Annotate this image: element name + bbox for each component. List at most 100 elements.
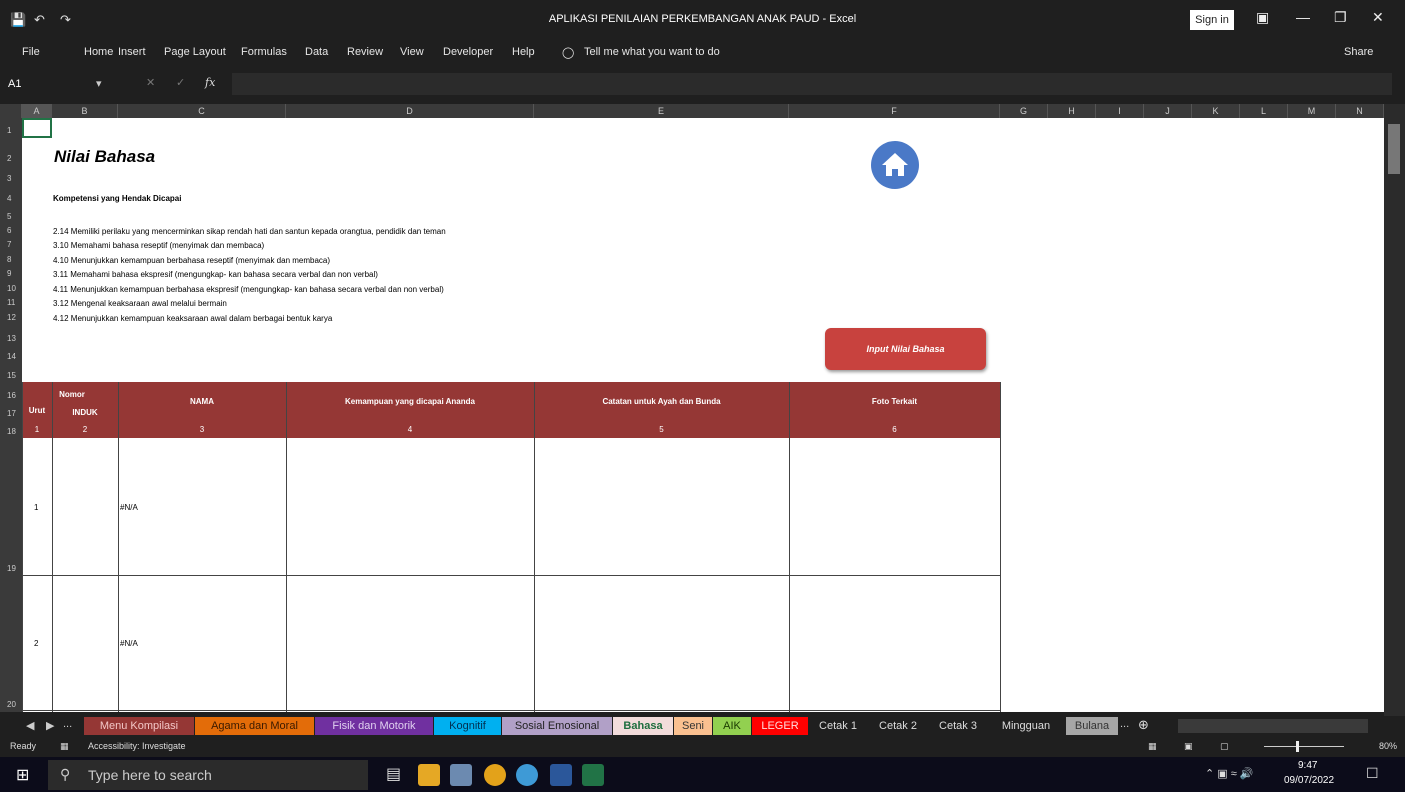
chevron-down-icon[interactable]: ▾	[96, 77, 102, 90]
column-header[interactable]: B	[52, 104, 118, 118]
row-header[interactable]: 2	[0, 154, 22, 163]
column-header[interactable]: E	[534, 104, 789, 118]
row-header[interactable]: 1	[0, 126, 22, 135]
column-header[interactable]: J	[1144, 104, 1192, 118]
notification-icon[interactable]: ☐	[1366, 765, 1379, 782]
sheet-tab[interactable]: Kognitif	[434, 717, 501, 735]
column-header[interactable]: N	[1336, 104, 1384, 118]
sign-in-button[interactable]: Sign in	[1190, 10, 1234, 30]
column-header[interactable]: D	[286, 104, 534, 118]
function-icon[interactable]: fx	[205, 76, 215, 89]
row-header[interactable]: 13	[0, 334, 22, 343]
macro-icon[interactable]: ▦	[60, 741, 69, 752]
sheet-tab[interactable]: Mingguan	[988, 717, 1064, 735]
tab-page-layout[interactable]: Page Layout	[164, 46, 226, 58]
urut-cell[interactable]: 2	[34, 639, 38, 648]
excel-icon[interactable]	[582, 764, 604, 786]
scroll-left-icon[interactable]: ◀	[26, 719, 34, 732]
restore-icon[interactable]: ❐	[1334, 9, 1347, 26]
row-header[interactable]: 7	[0, 240, 22, 249]
add-sheet-icon[interactable]: ⊕	[1138, 717, 1149, 733]
formula-input[interactable]	[232, 73, 1392, 95]
tab-data[interactable]: Data	[305, 46, 328, 58]
column-header[interactable]: F	[789, 104, 1000, 118]
zoom-level[interactable]: 80%	[1379, 741, 1397, 751]
chrome-icon[interactable]	[484, 764, 506, 786]
file-explorer-icon[interactable]	[418, 764, 440, 786]
column-header[interactable]: M	[1288, 104, 1336, 118]
sheet-tab[interactable]: Seni	[674, 717, 712, 735]
chrome-alt-icon[interactable]	[516, 764, 538, 786]
row-header[interactable]: 6	[0, 226, 22, 235]
minimize-icon[interactable]: —	[1296, 9, 1310, 25]
tab-developer[interactable]: Developer	[443, 46, 493, 58]
sheet-tab[interactable]: AIK	[713, 717, 751, 735]
select-all[interactable]	[0, 104, 22, 118]
sheet-tab[interactable]: Agama dan Moral	[195, 717, 314, 735]
row-header[interactable]: 16	[0, 391, 22, 400]
tab-help[interactable]: Help	[512, 46, 535, 58]
cancel-icon[interactable]: ✕	[146, 76, 155, 89]
sheet-tab[interactable]: Menu Kompilasi	[84, 717, 194, 735]
photos-icon[interactable]	[450, 764, 472, 786]
more-sheets-icon[interactable]: ...	[63, 718, 72, 730]
share-button[interactable]: Share	[1344, 46, 1373, 58]
column-header[interactable]: I	[1096, 104, 1144, 118]
home-button[interactable]	[871, 141, 919, 189]
row-header[interactable]: 3	[0, 174, 22, 183]
taskbar-search[interactable]: Type here to search	[48, 760, 368, 790]
column-header[interactable]: C	[118, 104, 286, 118]
row-header[interactable]: 5	[0, 212, 22, 221]
tab-view[interactable]: View	[400, 46, 424, 58]
scroll-thumb[interactable]	[1388, 124, 1400, 174]
tab-home[interactable]: Home	[84, 46, 113, 58]
tab-file[interactable]: File	[22, 46, 40, 58]
sheet-tab[interactable]: Fisik dan Motorik	[315, 717, 433, 735]
ribbon-display-icon[interactable]: ▣	[1256, 9, 1269, 26]
row-header[interactable]: 12	[0, 313, 22, 322]
row-header[interactable]: 15	[0, 371, 22, 380]
sheet-tab[interactable]: Bahasa	[613, 717, 673, 735]
tab-review[interactable]: Review	[347, 46, 383, 58]
zoom-slider-thumb[interactable]	[1296, 741, 1299, 752]
row-header[interactable]: 19	[0, 564, 22, 573]
tell-me-search[interactable]: Tell me what you want to do	[584, 46, 720, 58]
system-tray-icons[interactable]: ⌃ ▣ ≈ 🔊	[1205, 767, 1254, 780]
row-header[interactable]: 14	[0, 352, 22, 361]
row-header[interactable]: 17	[0, 409, 22, 418]
selected-cell[interactable]	[22, 118, 52, 138]
worksheet[interactable]: Nilai Bahasa Kompetensi yang Hendak Dica…	[22, 118, 1384, 712]
sheet-tab[interactable]: Cetak 2	[868, 717, 928, 735]
row-header[interactable]: 4	[0, 194, 22, 203]
column-header[interactable]: H	[1048, 104, 1096, 118]
tab-insert[interactable]: Insert	[118, 46, 146, 58]
sheet-tab[interactable]: Sosial Emosional	[502, 717, 612, 735]
accessibility-status[interactable]: Accessibility: Investigate	[88, 741, 186, 751]
tab-formulas[interactable]: Formulas	[241, 46, 287, 58]
vertical-scrollbar[interactable]	[1384, 104, 1405, 716]
column-header[interactable]: A	[22, 104, 52, 118]
urut-cell[interactable]: 1	[34, 503, 38, 512]
word-icon[interactable]	[550, 764, 572, 786]
row-header[interactable]: 11	[0, 298, 22, 307]
row-header[interactable]: 9	[0, 269, 22, 278]
page-break-view-icon[interactable]: ▢	[1220, 741, 1229, 752]
scroll-right-icon[interactable]: ▶	[46, 719, 54, 732]
windows-start-icon[interactable]: ⊞	[16, 765, 29, 785]
page-layout-view-icon[interactable]: ▣	[1184, 741, 1193, 752]
enter-icon[interactable]: ✓	[176, 76, 185, 89]
nama-cell[interactable]: #N/A	[120, 503, 138, 512]
column-header[interactable]: K	[1192, 104, 1240, 118]
sheet-tab[interactable]: Bulana	[1066, 717, 1118, 735]
task-view-icon[interactable]: ▤	[386, 764, 408, 786]
more-sheets-icon[interactable]: ...	[1120, 718, 1129, 730]
sheet-tab[interactable]: Cetak 3	[929, 717, 987, 735]
row-header[interactable]: 10	[0, 284, 22, 293]
zoom-slider[interactable]	[1264, 746, 1344, 747]
name-box[interactable]: A1	[8, 74, 108, 94]
row-header[interactable]: 8	[0, 255, 22, 264]
column-header[interactable]: L	[1240, 104, 1288, 118]
close-icon[interactable]: ✕	[1372, 9, 1384, 26]
sheet-tab[interactable]: LEGER	[752, 717, 808, 735]
nama-cell[interactable]: #N/A	[120, 639, 138, 648]
